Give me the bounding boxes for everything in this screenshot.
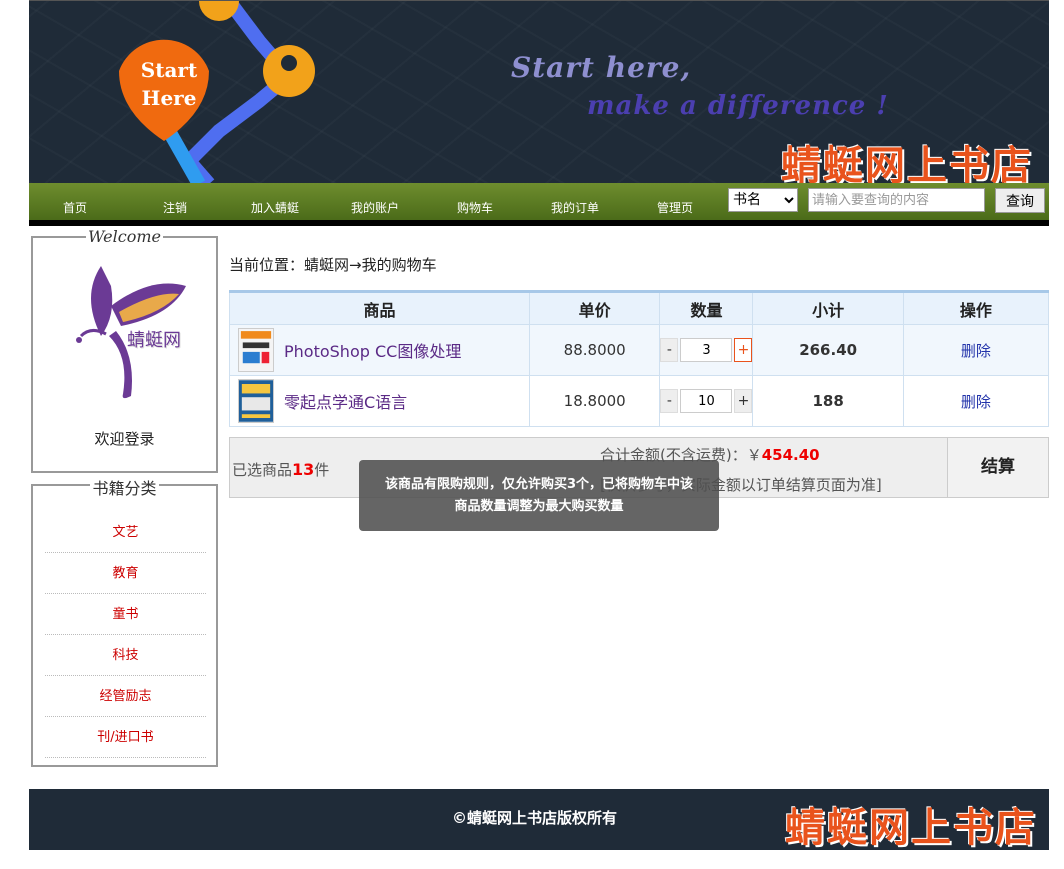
search-type-select[interactable]: 书名 [728, 188, 798, 212]
product-cell: 零起点学通C语言 [229, 375, 530, 427]
product-name-link[interactable]: PhotoShop CC图像处理 [284, 338, 461, 362]
quantity-stepper: - + [660, 338, 753, 362]
search-button[interactable]: 查询 [995, 188, 1045, 213]
header-quantity: 数量 [659, 291, 754, 325]
cart-table: 商品 单价 数量 小计 操作 PhotoShop CC图像处理 88.8000 … [229, 290, 1050, 427]
nav-item-cart[interactable]: 购物车 [440, 199, 510, 216]
product-cell: PhotoShop CC图像处理 [229, 324, 530, 376]
selected-count-value: 13 [292, 460, 315, 479]
unit-price: 88.8000 [528, 324, 661, 376]
categories-legend: 书籍分类 [90, 479, 159, 498]
footer-brand-logo: 蜻蜓网上书店 [785, 804, 1037, 850]
nav-item-join[interactable]: 加入蜻蜓 [240, 199, 310, 216]
pin-label-line1: Start [140, 58, 198, 82]
action-cell: 删除 [902, 375, 1050, 427]
header-product: 商品 [229, 291, 530, 325]
tagline-2: make a difference ! [587, 91, 889, 121]
category-item-business[interactable]: 经管励志 [45, 676, 206, 717]
cart-header-row: 商品 单价 数量 小计 操作 [229, 291, 1050, 325]
pin-label: Start Here [134, 56, 204, 112]
action-cell: 删除 [902, 324, 1050, 376]
pin-label-line2: Here [141, 86, 197, 110]
subtotal: 266.40 [752, 324, 904, 376]
main-nav: 首页 注销 加入蜻蜓 我的账户 购物车 我的订单 管理页 书名 查询 [29, 183, 1049, 226]
page: Start Here Start here, make a difference… [0, 0, 1064, 869]
selected-suffix: 件 [314, 461, 330, 479]
decrease-button[interactable]: - [660, 338, 679, 362]
category-item-children[interactable]: 童书 [45, 594, 206, 635]
welcome-panel: Welcome 蜻蜓网 欢迎登录 [31, 227, 218, 473]
selected-count: 已选商品13件 [232, 459, 329, 480]
limit-toast: 该商品有限购规则，仅允许购买3个，已将购物车中该商品数量调整为最大购买数量 [359, 460, 719, 531]
cart-row: PhotoShop CC图像处理 88.8000 - + 266.40 删除 [229, 324, 1050, 376]
header-action: 操作 [902, 291, 1050, 325]
book-cover-c-language[interactable] [238, 379, 274, 423]
delete-link[interactable]: 删除 [961, 342, 991, 360]
header-banner: Start Here Start here, make a difference… [29, 0, 1049, 183]
checkout-button[interactable]: 结算 [947, 438, 1048, 497]
footer: ©蜻蜓网上书店版权所有 蜻蜓网上书店 [29, 789, 1049, 850]
product-info: PhotoShop CC图像处理 [230, 328, 529, 372]
subtotal: 188 [752, 375, 904, 427]
nav-item-orders[interactable]: 我的订单 [540, 199, 610, 216]
copyright-text: ©蜻蜓网上书店版权所有 [452, 809, 618, 827]
nav-item-admin[interactable]: 管理页 [640, 199, 710, 216]
product-name-link[interactable]: 零起点学通C语言 [284, 389, 407, 413]
quantity-cell: - + [659, 324, 754, 376]
category-list: 文艺 教育 童书 科技 经管励志 刊/进口书 [45, 512, 206, 758]
welcome-login-text: 欢迎登录 [94, 430, 155, 448]
welcome-legend-wrap: Welcome [33, 227, 216, 246]
tagline-1: Start here, [511, 51, 692, 84]
category-item-literature[interactable]: 文艺 [45, 512, 206, 553]
decrease-button[interactable]: - [660, 389, 679, 413]
quantity-cell: - + [659, 375, 754, 427]
nav-item-home[interactable]: 首页 [40, 199, 110, 216]
quantity-input[interactable] [680, 338, 733, 362]
category-item-education[interactable]: 教育 [45, 553, 206, 594]
header-price: 单价 [528, 291, 661, 325]
nav-item-logout[interactable]: 注销 [140, 199, 210, 216]
quantity-input[interactable] [680, 389, 733, 413]
welcome-legend: Welcome [86, 227, 163, 246]
logo-text: 蜻蜓网 [127, 330, 181, 351]
quantity-stepper: - + [660, 389, 753, 413]
category-item-imported[interactable]: 刊/进口书 [45, 717, 206, 758]
increase-button[interactable]: + [734, 338, 753, 362]
category-item-science[interactable]: 科技 [45, 635, 206, 676]
total-value: 454.40 [761, 446, 820, 464]
selected-prefix: 已选商品 [232, 461, 293, 479]
delete-link[interactable]: 删除 [961, 393, 991, 411]
categories-legend-wrap: 书籍分类 [33, 475, 216, 499]
header-subtotal: 小计 [752, 291, 904, 325]
breadcrumb: 当前位置：蜻蜓网→我的购物车 [229, 256, 437, 274]
brand-logo-text: 蜻蜓网上书店 [781, 142, 1033, 183]
nav-item-account[interactable]: 我的账户 [340, 199, 410, 216]
product-info: 零起点学通C语言 [230, 379, 529, 423]
search-input[interactable] [808, 188, 985, 212]
book-cover-photoshop[interactable] [238, 328, 274, 372]
cart-row: 零起点学通C语言 18.8000 - + 188 删除 [229, 375, 1050, 427]
categories-panel: 书籍分类 文艺 教育 童书 科技 经管励志 刊/进口书 [31, 479, 218, 767]
unit-price: 18.8000 [528, 375, 661, 427]
increase-button[interactable]: + [734, 389, 753, 413]
